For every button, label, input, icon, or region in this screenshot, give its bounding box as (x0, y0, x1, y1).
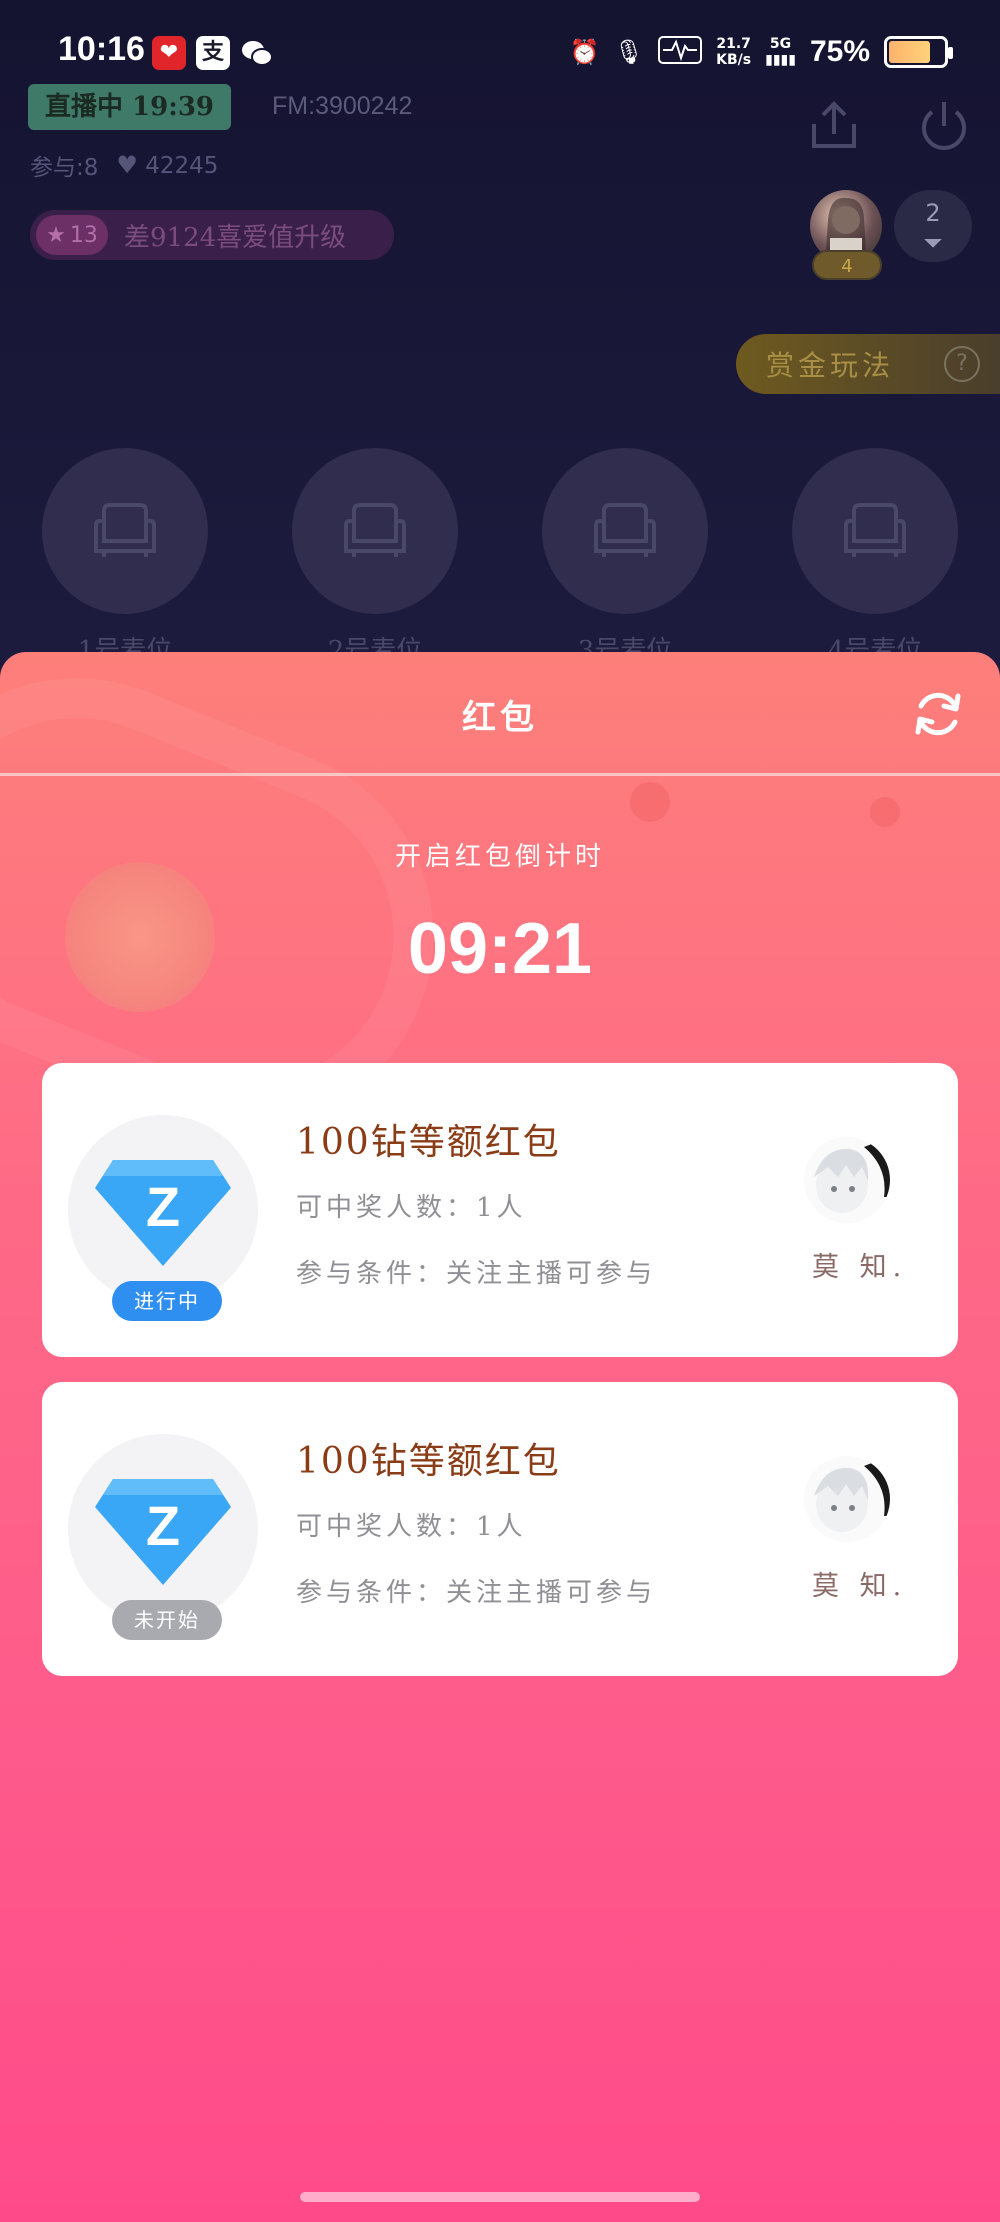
mic-seat-1[interactable] (42, 448, 208, 614)
mic-seat-3[interactable] (542, 448, 708, 614)
armchair-icon (344, 503, 406, 557)
decoration (870, 797, 900, 827)
power-icon (922, 102, 966, 150)
wechat-icon (240, 36, 274, 70)
sender-avatar[interactable] (804, 1137, 890, 1223)
winner-count: 可中奖人数：1人 (296, 1193, 527, 1223)
fm-id: FM:3900242 (272, 92, 413, 120)
divider (0, 773, 1000, 776)
online-count-button[interactable]: 2 ⏷ (894, 190, 972, 262)
diamond-icon-wrap: Z (68, 1115, 258, 1305)
armchair-icon (844, 503, 906, 557)
diamond-icon-wrap: Z (68, 1434, 258, 1624)
live-status-badge: 直播中 19:39 (28, 84, 231, 130)
refresh-button[interactable] (910, 686, 966, 742)
battery-icon (884, 36, 953, 68)
sender-avatar[interactable] (804, 1456, 890, 1542)
participation-condition: 参与条件：关注主播可参与 (296, 1259, 657, 1289)
packet-title: 100钻等额红包 (296, 1122, 561, 1163)
alipay-icon: 支 (196, 36, 230, 70)
likes: ♥ 42245 (116, 151, 219, 179)
signal-indicator: 5G ▮▮▮▮ (765, 36, 796, 68)
microphone-icon: 🎙 (613, 38, 645, 66)
chevron-down-icon: ⏷ (923, 229, 943, 257)
red-packet-panel: 红包 开启红包倒计时 09:21 Z 进行中 100钻等额红包 可中奖人数：1人 参与条… (0, 652, 1000, 2222)
armchair-icon (94, 503, 156, 557)
participation-condition: 参与条件：关注主播可参与 (296, 1578, 657, 1608)
home-indicator[interactable] (300, 2192, 700, 2202)
star-icon: ★ (46, 222, 66, 248)
countdown-label: 开启红包倒计时 (394, 842, 605, 872)
sender-name: 莫 知. (812, 1252, 908, 1283)
bounty-label: 赏金玩法 (766, 349, 895, 382)
mic-seat-2[interactable] (292, 448, 458, 614)
countdown-timer: 09:21 (407, 909, 593, 989)
packet-title: 100钻等额红包 (296, 1441, 561, 1482)
pinduoduo-icon: ❤ (152, 36, 186, 70)
diamond-icon: Z (95, 1160, 231, 1266)
panel-title: 红包 (462, 698, 538, 738)
armchair-icon (594, 503, 656, 557)
help-icon[interactable]: ? (944, 346, 980, 382)
svg-text:Z: Z (146, 1175, 180, 1238)
network-speed: 21.7 KB/s (716, 36, 752, 68)
share-icon (812, 101, 856, 148)
heart-icon: ♥ (116, 151, 138, 179)
level-badge: ★ 13 (36, 215, 108, 255)
exit-room-button[interactable] (914, 96, 974, 156)
mic-seat-4[interactable] (792, 448, 958, 614)
fan-level-bar[interactable]: ★ 13 差9124喜爱值升级 (30, 210, 394, 260)
sender-name: 莫 知. (812, 1571, 908, 1602)
red-packet-card[interactable]: Z 进行中 100钻等额红包可中奖人数：1人参与条件：关注主播可参与 莫 知. (42, 1063, 958, 1357)
participant-count: 参与:8 (30, 155, 99, 181)
diamond-icon: Z (95, 1479, 231, 1585)
status-time: 10:16 (58, 30, 145, 68)
winner-count: 可中奖人数：1人 (296, 1512, 527, 1542)
bounty-game-button[interactable]: 赏金玩法 ? (736, 334, 1000, 394)
battery-percent: 75% (809, 35, 870, 68)
status-badge: 进行中 (112, 1281, 222, 1321)
activity-icon (658, 36, 703, 68)
red-packet-card[interactable]: Z 未开始 100钻等额红包可中奖人数：1人参与条件：关注主播可参与 莫 知. (42, 1382, 958, 1676)
host-level-badge: 4 (812, 250, 882, 280)
share-button[interactable] (804, 96, 864, 156)
status-badge: 未开始 (112, 1600, 222, 1640)
alarm-icon: ⏰ (569, 38, 600, 66)
decoration (630, 782, 670, 822)
status-bar: 10:16 ❤ 支 ⏰ 🎙 21.7 KB/s 5G ▮▮▮▮ 75% (0, 0, 1000, 80)
level-progress-text: 差9124喜爱值升级 (124, 222, 347, 253)
svg-text:Z: Z (146, 1494, 180, 1557)
refresh-icon (915, 692, 961, 736)
status-right: ⏰ 🎙 21.7 KB/s 5G ▮▮▮▮ 75% (569, 32, 953, 72)
room-stats: 参与:8 ♥ 42245 (30, 148, 218, 182)
